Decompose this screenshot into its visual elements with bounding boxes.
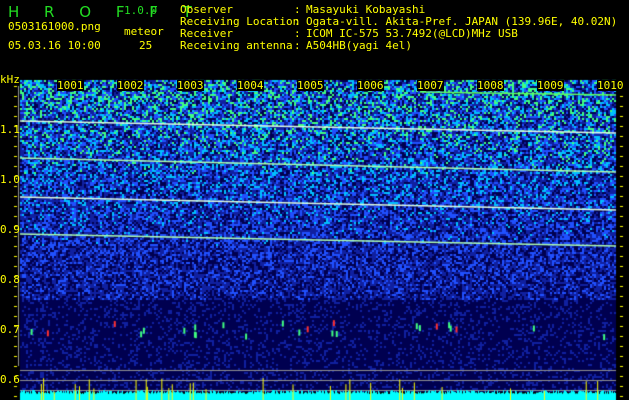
info-separator: : [294, 39, 301, 52]
app-version: 1.0.0 [124, 4, 158, 17]
y-tick-label: 1.0 [0, 173, 20, 186]
info-label: Receiving antenna [180, 39, 293, 52]
time-tick-label: 1002 [117, 79, 144, 92]
filename: 0503161000.png [8, 20, 101, 33]
time-tick-label: 1001 [57, 79, 84, 92]
time-tick-label: 1007 [417, 79, 444, 92]
time-tick-label: 1004 [237, 79, 264, 92]
time-tick-label: 1003 [177, 79, 204, 92]
y-tick-label: 0.6 [0, 373, 20, 386]
meteor-count: 25 [139, 39, 153, 52]
time-tick-label: 1008 [477, 79, 504, 92]
y-tick-label: 0.9 [0, 223, 20, 236]
spectrogram-canvas [0, 0, 629, 400]
y-tick-label: 0.8 [0, 273, 20, 286]
time-tick-label: 1005 [297, 79, 324, 92]
time-tick-label: 1009 [537, 79, 564, 92]
datetime: 05.03.16 10:00 [8, 39, 101, 52]
time-tick-label: 1006 [357, 79, 384, 92]
y-tick-label: 1.1 [0, 123, 20, 136]
y-axis-unit: kHz [0, 73, 20, 86]
info-value: A504HB(yagi 4el) [306, 39, 412, 52]
meteor-label: meteor [124, 25, 164, 38]
app-logo: H R O F F T [8, 3, 202, 21]
y-tick-label: 0.7 [0, 323, 20, 336]
time-tick-label: 1010 [597, 79, 624, 92]
